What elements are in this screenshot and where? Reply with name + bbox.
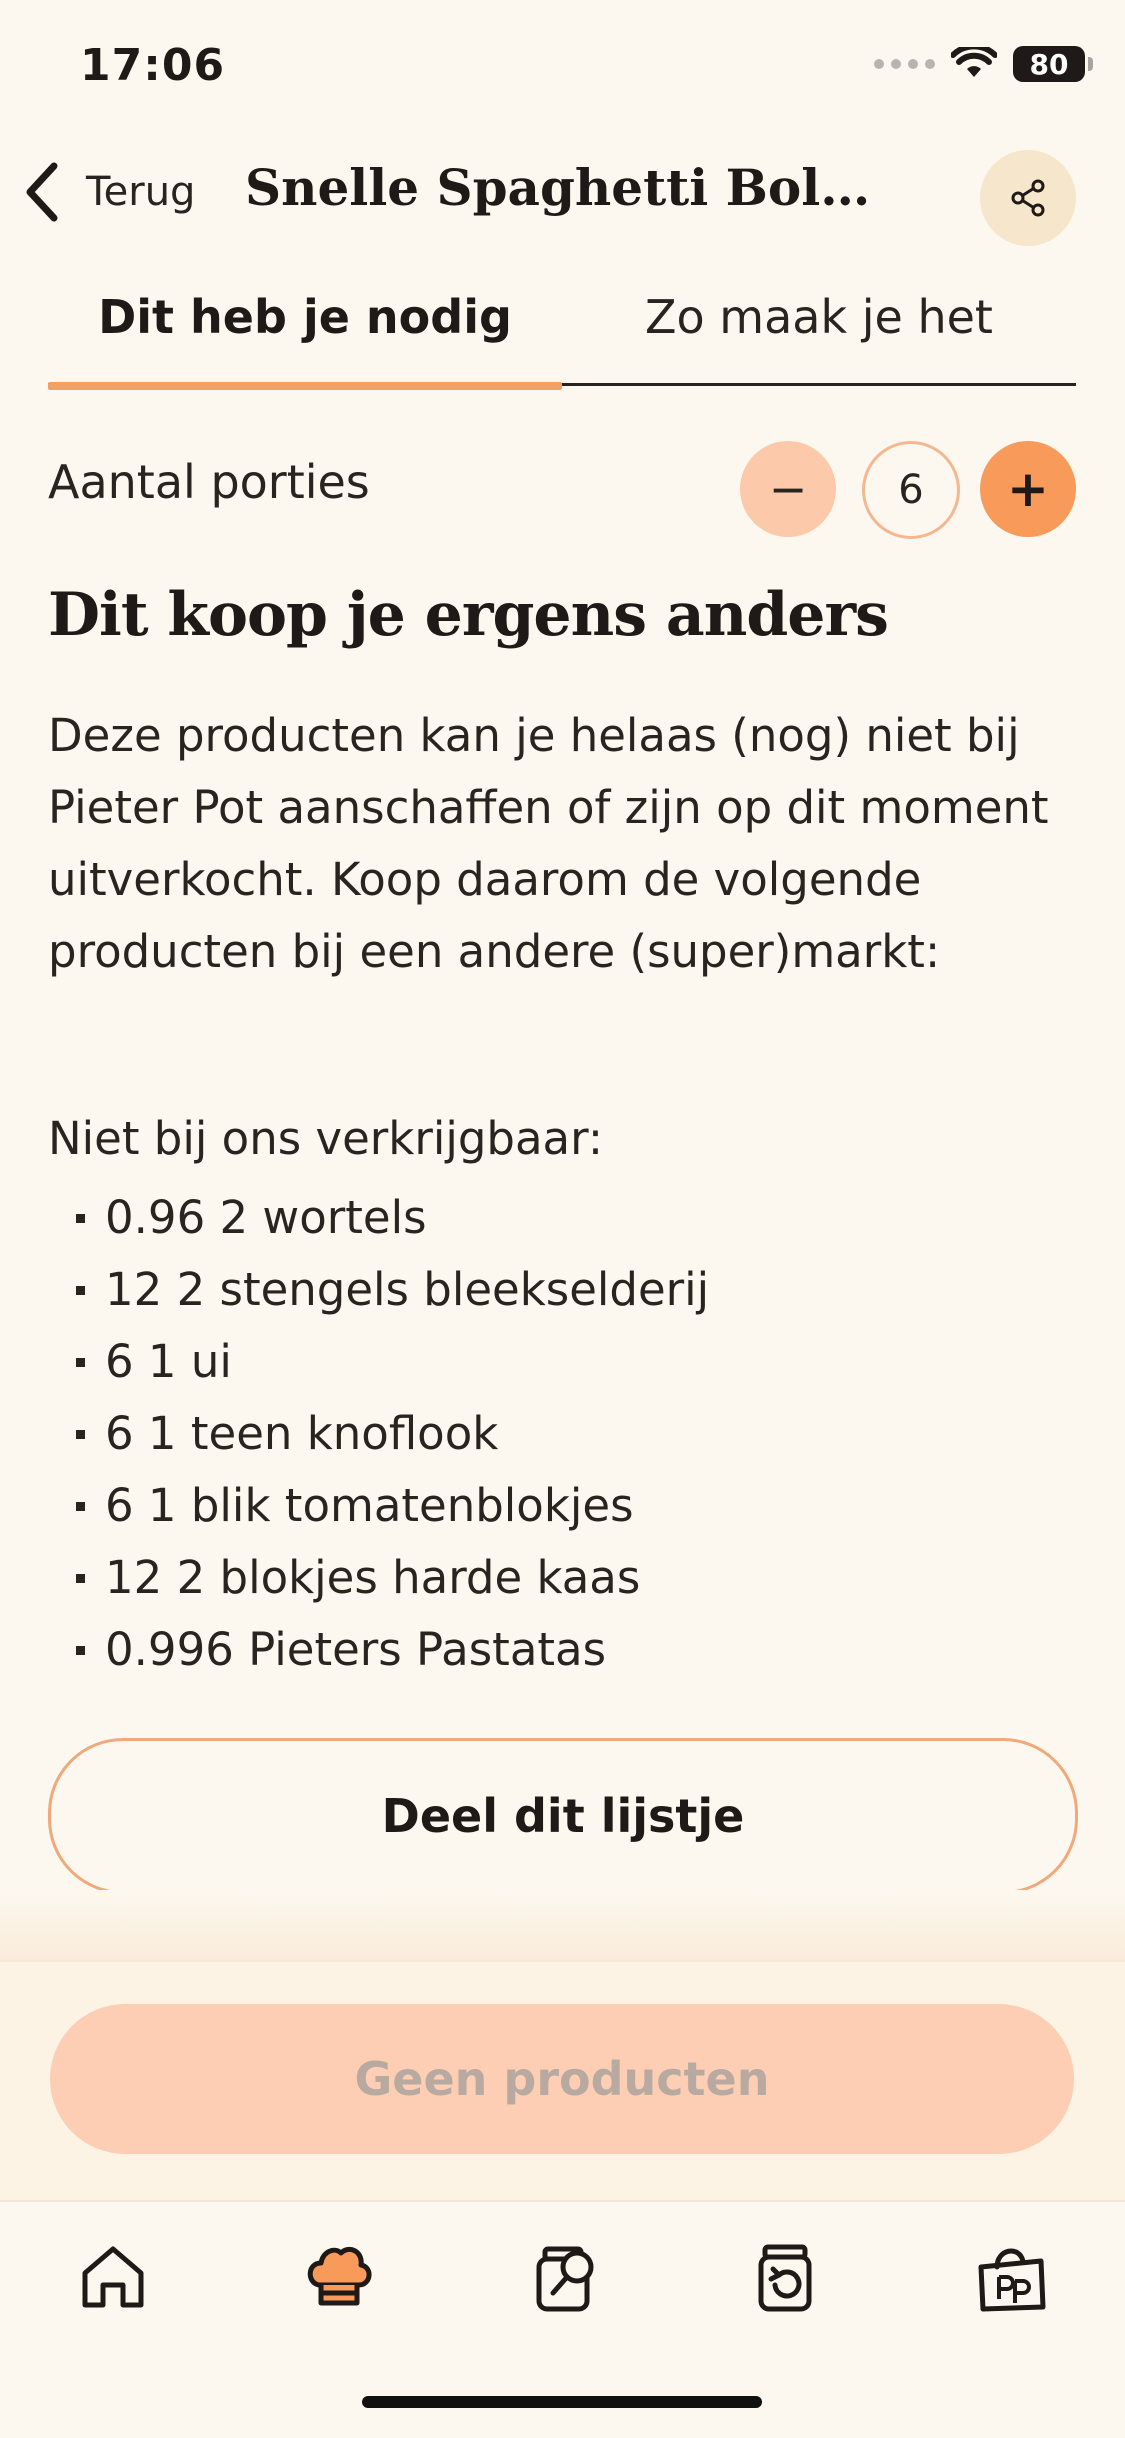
ingredient-text: 6 1 teen knoflook <box>105 1407 499 1460</box>
recipe-title: Snelle Spaghetti Bologn… <box>245 158 885 217</box>
nav-shop[interactable] <box>966 2232 1056 2322</box>
no-products-button[interactable]: Geen producten <box>50 2004 1074 2154</box>
scroll-fade <box>0 1890 1125 1960</box>
nav-home[interactable] <box>68 2232 158 2322</box>
tab-ingredients[interactable]: Dit heb je nodig <box>48 290 562 344</box>
bullet-icon <box>76 1213 85 1223</box>
increase-portions-button[interactable]: + <box>980 441 1076 537</box>
nav-returns[interactable] <box>740 2232 830 2322</box>
bullet-icon <box>76 1429 85 1439</box>
list-item: 6 1 blik tomatenblokjes <box>48 1470 709 1542</box>
unavailable-list-title: Niet bij ons verkrijgbaar: <box>48 1112 604 1165</box>
tab-active-indicator <box>48 382 562 390</box>
status-time: 17:06 <box>80 40 226 91</box>
portions-value: 6 <box>862 441 960 539</box>
bullet-icon <box>76 1501 85 1511</box>
section-heading: Dit koop je ergens anders <box>48 580 889 650</box>
home-indicator[interactable] <box>362 2396 762 2408</box>
list-item: 0.996 Pieters Pastatas <box>48 1614 709 1686</box>
list-item: 6 1 ui <box>48 1326 709 1398</box>
decrease-portions-button[interactable]: − <box>740 441 836 537</box>
list-item: 6 1 teen knoflook <box>48 1398 709 1470</box>
list-item: 12 2 blokjes harde kaas <box>48 1542 709 1614</box>
list-item: 12 2 stengels bleekselderij <box>48 1254 709 1326</box>
chevron-left-icon <box>26 162 58 222</box>
unavailable-ingredients-list: 0.96 2 wortels 12 2 stengels bleekselder… <box>48 1182 709 1686</box>
back-button[interactable]: Terug <box>20 160 195 224</box>
list-item: 0.96 2 wortels <box>48 1182 709 1254</box>
section-description: Deze producten kan je helaas (nog) niet … <box>48 709 1049 978</box>
ingredient-text: 6 1 ui <box>105 1335 232 1388</box>
ingredient-text: 12 2 blokjes harde kaas <box>105 1551 641 1604</box>
bullet-icon <box>76 1645 85 1655</box>
share-button[interactable] <box>980 150 1076 246</box>
status-indicators: 80 <box>874 46 1093 82</box>
ingredient-text: 0.996 Pieters Pastatas <box>105 1623 607 1676</box>
wifi-icon <box>951 47 997 77</box>
jar-return-icon <box>758 2244 812 2312</box>
share-icon <box>1011 179 1045 217</box>
tab-instructions[interactable]: Zo maak je het <box>562 290 1076 344</box>
nav-recipes[interactable] <box>294 2232 384 2322</box>
jar-search-icon <box>536 2246 594 2312</box>
ingredient-text: 0.96 2 wortels <box>105 1191 427 1244</box>
share-list-button[interactable]: Deel dit lijstje <box>48 1738 1078 1894</box>
chef-hat-icon <box>307 2247 372 2306</box>
battery-icon: 80 <box>1013 46 1093 82</box>
bullet-icon <box>76 1573 85 1583</box>
bullet-icon <box>76 1285 85 1295</box>
signal-icon <box>874 59 935 69</box>
back-label: Terug <box>86 169 196 215</box>
portions-label: Aantal porties <box>48 455 370 509</box>
ingredient-text: 12 2 stengels bleekselderij <box>105 1263 710 1316</box>
nav-search[interactable] <box>522 2232 612 2322</box>
ingredient-text: 6 1 blik tomatenblokjes <box>105 1479 634 1532</box>
shopping-bag-icon <box>978 2248 1046 2312</box>
bullet-icon <box>76 1357 85 1367</box>
home-icon <box>82 2246 144 2308</box>
